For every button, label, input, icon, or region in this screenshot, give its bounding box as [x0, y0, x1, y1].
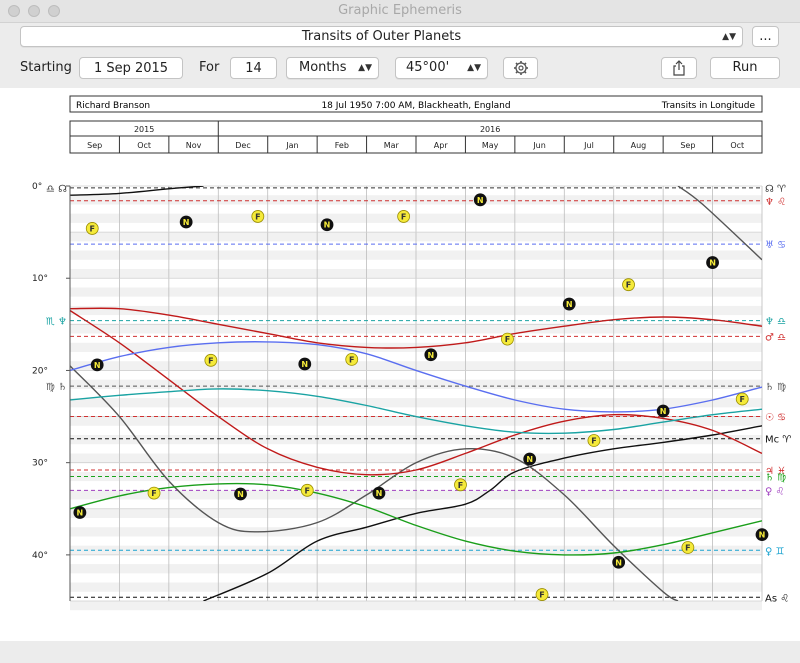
chart-type-select[interactable]: Transits of Outer Planets ▲▼ — [20, 26, 743, 47]
chart-mode: Transits in Longitude — [661, 101, 756, 111]
natal-label-right: ♄ ♍ — [765, 473, 786, 484]
run-button[interactable]: Run — [710, 57, 780, 79]
marker-label: N — [477, 196, 484, 205]
month-label: May — [482, 141, 499, 150]
y-tick-label: 0° — [32, 182, 42, 192]
ephemeris-chart: Richard Branson 18 Jul 1950 7:00 AM, Bla… — [32, 95, 791, 611]
month-label: Apr — [434, 141, 449, 150]
natal-label-right: ♀ ♌ — [765, 486, 784, 497]
year-label: 2016 — [480, 125, 500, 134]
marker-label: F — [739, 395, 744, 404]
title-bar: Graphic Ephemeris — [0, 0, 800, 23]
year-label: 2015 — [134, 125, 154, 134]
range-select[interactable]: 45°00' ▲▼ — [395, 57, 488, 79]
natal-label-right: ♀ ♊ — [765, 546, 785, 557]
natal-label-right: ♄ ♍ — [765, 382, 786, 393]
window-title: Graphic Ephemeris — [338, 3, 462, 18]
natal-label-right: As ♌ — [765, 593, 789, 604]
marker-label: N — [94, 361, 101, 370]
y-tick-label: 10° — [32, 274, 48, 284]
month-label: Mar — [384, 141, 400, 150]
marker-label: F — [401, 212, 406, 221]
marker-label: F — [255, 212, 260, 221]
ephemeris-chart-area: Richard Branson 18 Jul 1950 7:00 AM, Bla… — [0, 88, 800, 641]
marker-label: F — [626, 281, 631, 290]
month-label: Aug — [631, 141, 647, 150]
marker-label: N — [660, 407, 667, 416]
natal-label-left: ♍ ♄ — [46, 382, 67, 393]
natal-label-right: ☉ ♋ — [765, 413, 786, 424]
month-label: Nov — [186, 141, 202, 150]
range-value: 45°00' — [406, 60, 450, 75]
marker-label: N — [427, 351, 434, 360]
natal-label-left: ♎ ☊ — [46, 184, 67, 195]
share-button[interactable] — [661, 57, 697, 79]
marker-label: N — [77, 508, 84, 517]
unit-select[interactable]: Months ▲▼ — [286, 57, 379, 79]
month-label: Jun — [532, 141, 546, 150]
birth-details: 18 Jul 1950 7:00 AM, Blackheath, England — [321, 101, 510, 111]
marker-label: F — [539, 591, 544, 600]
marker-label: F — [208, 356, 213, 365]
marker-label: F — [349, 355, 354, 364]
chart-type-value: Transits of Outer Planets — [301, 29, 462, 44]
month-label: Oct — [137, 141, 151, 150]
grid-lines — [69, 185, 763, 602]
marker-label: N — [615, 558, 622, 567]
subject-name: Richard Branson — [76, 101, 150, 111]
unit-value: Months — [299, 60, 347, 75]
month-label: Jul — [583, 141, 594, 150]
duration-field[interactable]: 14 — [230, 57, 277, 79]
month-label: Dec — [235, 141, 250, 150]
background-stripe — [70, 601, 762, 611]
month-label: Sep — [87, 141, 102, 150]
natal-label-right: ♅ ♋ — [765, 240, 786, 251]
month-label: Feb — [335, 141, 349, 150]
marker-label: F — [90, 224, 95, 233]
gear-icon — [513, 61, 528, 75]
natal-label-right: ☊ ♈ — [765, 184, 786, 195]
marker-label: F — [458, 481, 463, 490]
marker-label: N — [183, 218, 190, 227]
marker-label: N — [301, 360, 308, 369]
natal-label-right: ♂ ♎ — [765, 332, 786, 343]
marker-label: N — [759, 531, 766, 540]
marker-label: N — [566, 300, 573, 309]
month-label: Jan — [285, 141, 298, 150]
marker-label: F — [505, 335, 510, 344]
natal-label-right: ♆ ♌ — [765, 197, 786, 208]
month-label: Sep — [680, 141, 695, 150]
y-tick-label: 40° — [32, 551, 48, 561]
start-date-field[interactable]: 1 Sep 2015 — [79, 57, 183, 79]
marker-label: F — [151, 489, 156, 498]
marker-label: N — [324, 221, 331, 230]
marker-label: F — [591, 437, 596, 446]
select-arrows-icon: ▲▼ — [722, 32, 736, 42]
starting-label: Starting — [20, 60, 72, 75]
status-bar — [0, 641, 800, 663]
marker-label: N — [526, 455, 533, 464]
for-label: For — [199, 60, 220, 75]
select-arrows-icon: ▲▼ — [358, 63, 372, 73]
marker-label: N — [709, 259, 716, 268]
more-button[interactable]: ... — [752, 26, 779, 47]
marker-label: F — [685, 544, 690, 553]
marker-label: F — [305, 486, 310, 495]
calendar-axis: 2015 2016 Sep Oct Nov Dec Jan Feb Mar Apr May Jun Ju… — [69, 120, 763, 154]
share-icon — [673, 60, 685, 76]
select-arrows-icon: ▲▼ — [467, 63, 481, 73]
marker-label: N — [237, 490, 244, 499]
natal-label-right: ♆ ♎ — [765, 317, 786, 328]
settings-button[interactable] — [503, 57, 538, 79]
chart-header-box: Richard Branson 18 Jul 1950 7:00 AM, Bla… — [69, 95, 763, 113]
month-label: Oct — [730, 141, 744, 150]
natal-label-right: Mc ♈ — [765, 435, 791, 446]
marker-label: N — [376, 489, 383, 498]
y-tick-label: 30° — [32, 459, 48, 469]
natal-label-left: ♏ ♆ — [46, 317, 67, 328]
y-tick-label: 20° — [32, 366, 48, 376]
